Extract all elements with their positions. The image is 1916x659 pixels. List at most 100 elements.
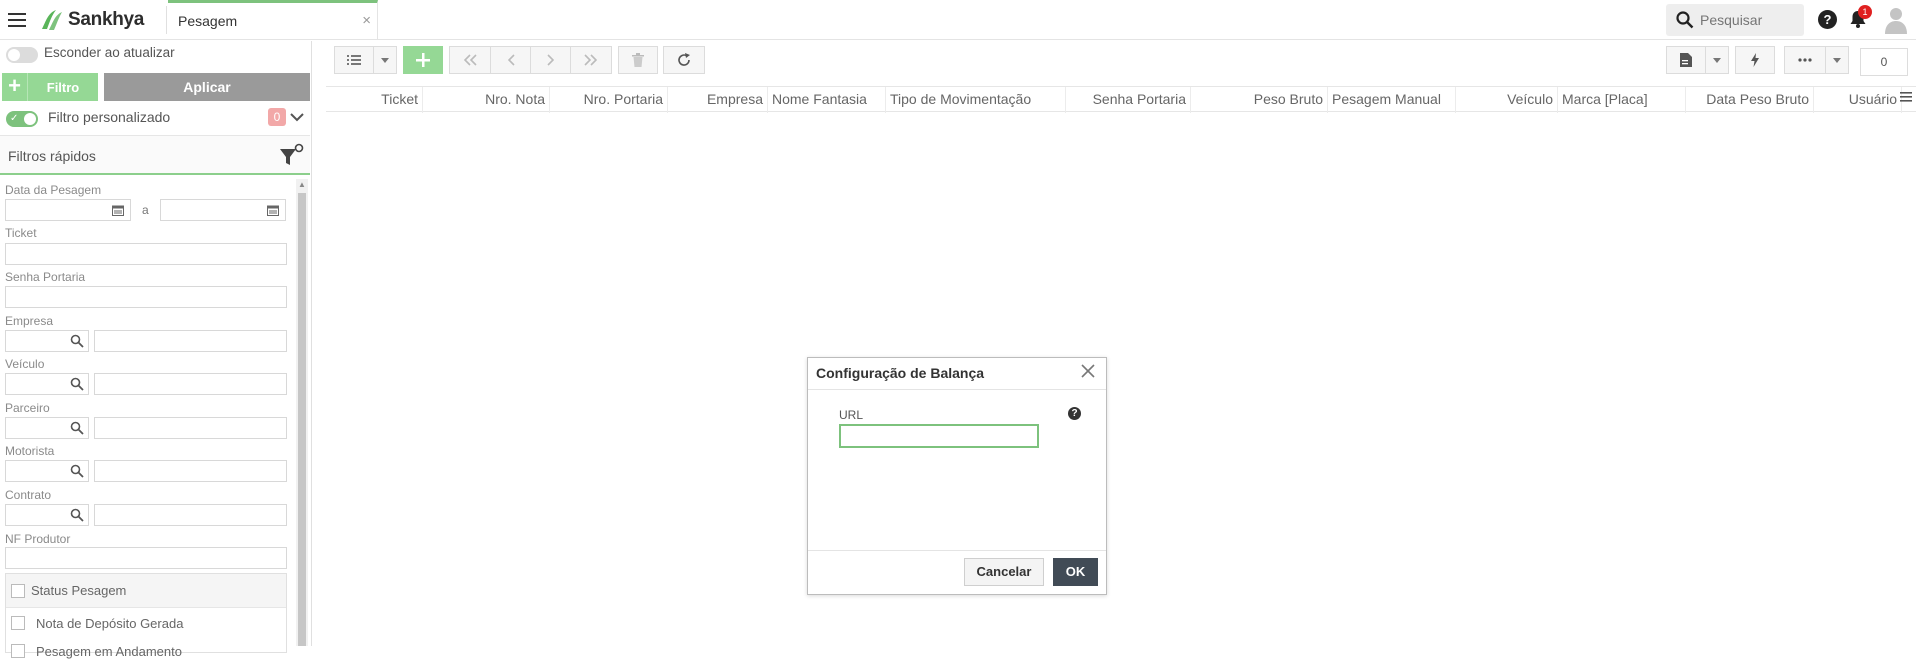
add-filter-button[interactable]: + Filtro	[2, 73, 98, 101]
hide-on-update-label: Esconder ao atualizar	[44, 45, 175, 60]
check-icon: ✓	[10, 113, 19, 124]
more-options-button[interactable]	[1784, 46, 1826, 74]
last-page-button[interactable]	[570, 46, 612, 74]
grid-header: Ticket Nro. Nota Nro. Portaria Empresa N…	[326, 86, 1916, 113]
status-pesagem-checkbox[interactable]	[11, 584, 25, 598]
delete-button[interactable]	[618, 46, 658, 74]
cancel-button[interactable]: Cancelar	[964, 558, 1044, 586]
column-header[interactable]: Empresa	[668, 87, 768, 113]
search-input[interactable]	[1700, 12, 1800, 28]
top-bar: Sankhya Pesagem × ? 1	[0, 0, 1916, 40]
scroll-thumb[interactable]	[298, 193, 306, 646]
status-option-checkbox[interactable]	[11, 644, 25, 658]
contrato-name-input[interactable]	[94, 504, 287, 526]
list-view-icon	[347, 55, 361, 65]
lookup-search-icon[interactable]	[70, 421, 84, 435]
column-header[interactable]: Data Peso Bruto	[1686, 87, 1814, 113]
help-icon[interactable]: ?	[1068, 407, 1081, 420]
status-pesagem-group: Status Pesagem Nota de Depósito Gerada P…	[5, 573, 287, 659]
global-search[interactable]	[1666, 4, 1804, 36]
column-header[interactable]: Marca [Placa]	[1558, 87, 1686, 113]
ok-button[interactable]: OK	[1053, 558, 1098, 586]
view-dropdown-button[interactable]	[373, 46, 397, 74]
contrato-code-input[interactable]	[5, 504, 89, 526]
quick-filters-title: Filtros rápidos	[8, 148, 96, 164]
chevron-down-icon[interactable]	[290, 112, 304, 122]
empresa-name-input[interactable]	[94, 330, 287, 352]
ticket-input[interactable]	[5, 243, 287, 265]
help-icon[interactable]: ?	[1818, 10, 1837, 29]
close-icon[interactable]	[1080, 363, 1096, 379]
status-pesagem-header: Status Pesagem	[6, 574, 286, 608]
date-to-input[interactable]	[160, 199, 286, 221]
nf-produtor-input[interactable]	[5, 547, 287, 569]
first-page-icon	[463, 54, 477, 66]
column-header[interactable]: Ticket	[326, 87, 423, 113]
senha-portaria-input[interactable]	[5, 286, 287, 308]
calendar-icon[interactable]	[267, 205, 279, 216]
apply-button[interactable]: Aplicar	[104, 73, 310, 101]
scale-config-dialog: Configuração de Balança URL ? Cancelar O…	[807, 357, 1107, 595]
list-view-button[interactable]	[334, 46, 374, 74]
motorista-name-input[interactable]	[94, 460, 287, 482]
lightning-icon	[1751, 53, 1759, 67]
more-icon	[1798, 58, 1812, 62]
scroll-up-icon[interactable]: ▲	[298, 180, 306, 189]
status-pesagem-title: Status Pesagem	[31, 583, 127, 598]
caret-down-icon	[381, 57, 389, 63]
hide-on-update-toggle[interactable]	[6, 47, 38, 63]
refresh-button[interactable]	[663, 46, 705, 74]
url-label: URL	[839, 408, 864, 422]
menu-icon[interactable]	[6, 10, 28, 30]
user-avatar-icon[interactable]	[1884, 6, 1908, 34]
lookup-search-icon[interactable]	[70, 334, 84, 348]
column-header[interactable]: Senha Portaria	[1066, 87, 1191, 113]
divider	[808, 550, 1106, 551]
next-page-icon	[546, 54, 554, 66]
url-input[interactable]	[839, 424, 1039, 448]
custom-filter-label: Filtro personalizado	[48, 109, 171, 125]
veiculo-code-input[interactable]	[5, 373, 89, 395]
column-header[interactable]: Tipo de Movimentação	[886, 87, 1066, 113]
brand-logo: Sankhya	[38, 7, 144, 33]
calendar-icon[interactable]	[112, 205, 124, 216]
next-page-button[interactable]	[530, 46, 571, 74]
report-button[interactable]	[1666, 46, 1706, 74]
tab-pesagem[interactable]: Pesagem ×	[168, 0, 378, 40]
column-header[interactable]: Usuário	[1814, 87, 1902, 113]
add-record-button[interactable]	[403, 46, 443, 74]
report-dropdown-button[interactable]	[1705, 46, 1729, 74]
funnel-icon[interactable]	[278, 143, 304, 169]
column-header[interactable]: Pesagem Manual	[1328, 87, 1456, 113]
empresa-label: Empresa	[5, 314, 54, 328]
lookup-search-icon[interactable]	[70, 377, 84, 391]
column-menu-icon[interactable]	[1900, 92, 1912, 102]
trash-icon	[632, 53, 644, 67]
notification-badge: 1	[1858, 5, 1872, 19]
first-page-button[interactable]	[449, 46, 491, 74]
status-option-label: Nota de Depósito Gerada	[36, 616, 184, 631]
lookup-search-icon[interactable]	[70, 464, 84, 478]
veiculo-name-input[interactable]	[94, 373, 287, 395]
parceiro-code-input[interactable]	[5, 417, 89, 439]
lookup-search-icon[interactable]	[70, 508, 84, 522]
motorista-code-input[interactable]	[5, 460, 89, 482]
column-header[interactable]: Nome Fantasia	[768, 87, 886, 113]
parceiro-label: Parceiro	[5, 401, 50, 415]
more-dropdown-button[interactable]	[1825, 46, 1849, 74]
prev-page-button[interactable]	[490, 46, 531, 74]
column-header[interactable]: Veículo	[1456, 87, 1558, 113]
date-from-input[interactable]	[5, 199, 131, 221]
filter-scrollbar[interactable]: ▲	[296, 179, 308, 646]
empresa-code-input[interactable]	[5, 330, 89, 352]
parceiro-name-input[interactable]	[94, 417, 287, 439]
column-header[interactable]: Peso Bruto	[1191, 87, 1328, 113]
status-option-checkbox[interactable]	[11, 616, 25, 630]
custom-filter-count-badge: 0	[268, 108, 286, 126]
column-header[interactable]: Nro. Portaria	[550, 87, 668, 113]
last-page-icon	[584, 54, 598, 66]
divider	[808, 389, 1106, 390]
tab-close-icon[interactable]: ×	[362, 12, 371, 29]
actions-button[interactable]	[1735, 46, 1775, 74]
column-header[interactable]: Nro. Nota	[423, 87, 550, 113]
